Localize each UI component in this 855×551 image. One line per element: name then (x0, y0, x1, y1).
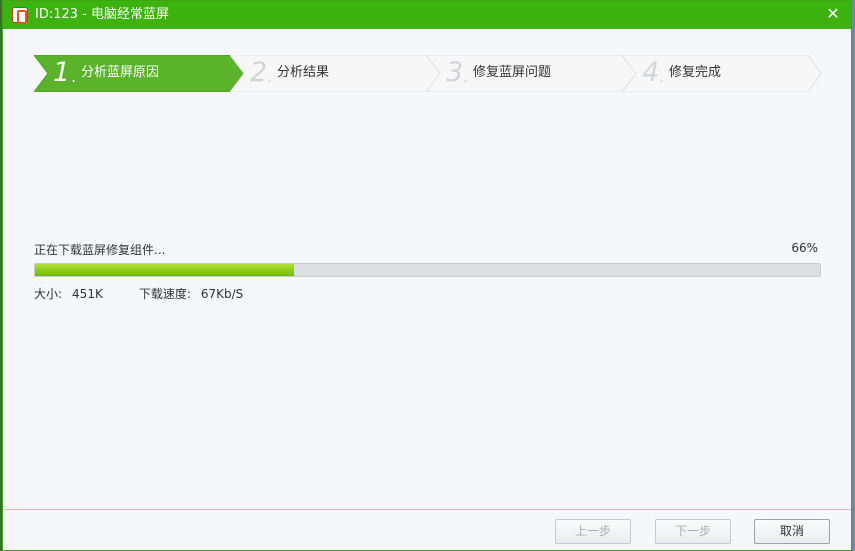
step-3-label: 修复蓝屏问题 (473, 65, 552, 80)
close-button[interactable]: ✕ (823, 4, 843, 24)
cancel-button[interactable]: 取消 (754, 519, 830, 544)
step-1: 1 . 分析蓝屏原因 (34, 55, 244, 92)
previous-step-button[interactable]: 上一步 (555, 519, 631, 544)
step-1-label: 分析蓝屏原因 (81, 65, 160, 80)
size-value: 451K (72, 287, 103, 301)
step-2-label: 分析结果 (277, 65, 330, 80)
step-1-dot: . (71, 67, 77, 86)
dialog-footer: 上一步 下一步 取消 (3, 509, 851, 550)
download-info: 大小: 451K 下载速度: 67Kb/S (34, 285, 253, 302)
window-title: ID:123 - 电脑经常蓝屏 (35, 7, 169, 22)
download-status: 正在下载蓝屏修复组件... (34, 243, 166, 257)
progress-percent: 66% (791, 241, 818, 255)
step-3-dot: . (463, 67, 469, 86)
step-4-number: 4 (642, 57, 660, 88)
step-1-number: 1 (53, 57, 71, 88)
lifebuoy-icon (12, 7, 28, 24)
dialog-window: ID:123 - 电脑经常蓝屏 ✕ 1 . 分析蓝屏原因 2 . 分析结果 3 … (2, 0, 852, 551)
progress-bar-fill (35, 264, 295, 276)
step-4-label: 修复完成 (669, 65, 722, 80)
speed-label: 下载速度: (138, 287, 191, 301)
step-2-number: 2 (250, 57, 268, 88)
step-2: 2 . 分析结果 (230, 55, 440, 92)
size-label: 大小: (34, 287, 63, 301)
step-indicator: 1 . 分析蓝屏原因 2 . 分析结果 3 . 修复蓝屏问题 4 . 修复完成 (34, 55, 824, 92)
step-4-dot: . (659, 67, 665, 86)
step-2-dot: . (267, 67, 273, 86)
progress-bar (34, 263, 821, 277)
title-bar[interactable]: ID:123 - 电脑经常蓝屏 ✕ (3, 1, 851, 29)
step-3: 3 . 修复蓝屏问题 (426, 55, 636, 92)
speed-value: 67Kb/S (200, 287, 244, 301)
next-step-button[interactable]: 下一步 (655, 519, 731, 544)
step-4: 4 . 修复完成 (622, 55, 822, 92)
step-3-number: 3 (446, 57, 464, 88)
